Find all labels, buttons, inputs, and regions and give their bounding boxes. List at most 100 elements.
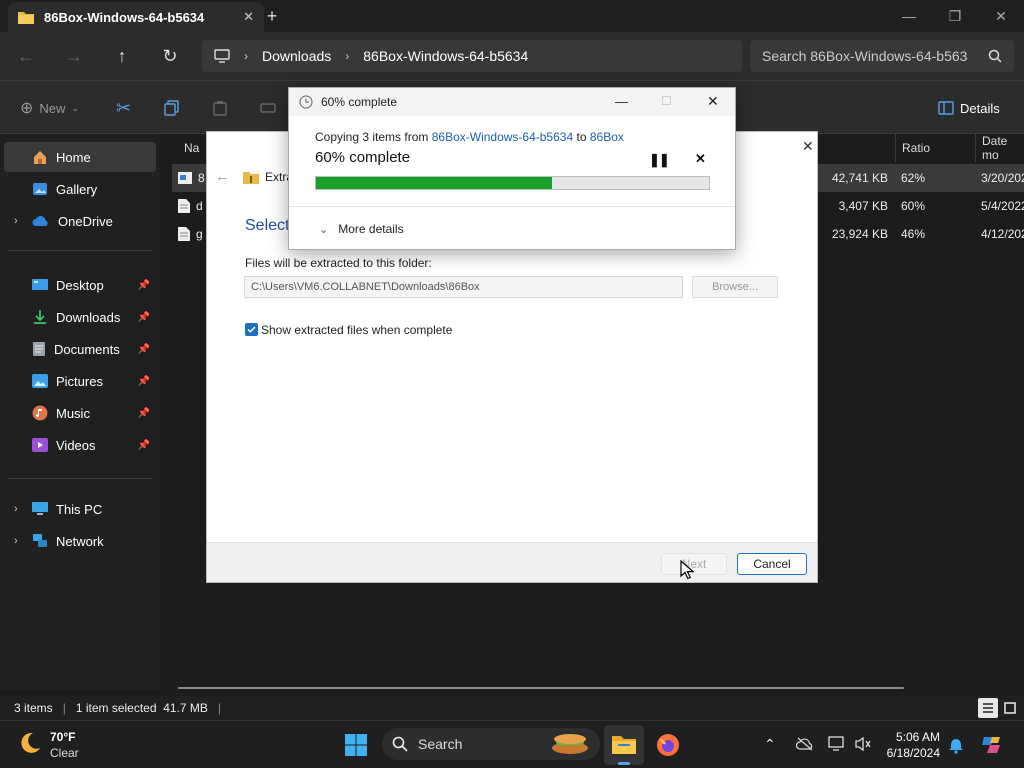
browse-button[interactable]: Browse... — [692, 276, 778, 298]
checkmark-icon — [247, 325, 256, 334]
sidebar-item-videos[interactable]: Videos 📌 — [4, 430, 156, 460]
column-header-ratio[interactable]: Ratio — [895, 134, 975, 162]
onedrive-offline-icon[interactable] — [796, 737, 814, 751]
bell-icon[interactable] — [948, 736, 964, 754]
sidebar-item-home[interactable]: Home — [4, 142, 156, 172]
file-explorer-taskbar-button[interactable] — [604, 725, 644, 765]
column-header-name[interactable]: Na — [178, 134, 208, 162]
close-window-button[interactable]: ✕ — [978, 0, 1024, 32]
search-icon — [392, 736, 408, 752]
explorer-tab[interactable]: 86Box-Windows-64-b5634 ✕ — [8, 2, 264, 32]
file-size: 42,741 KB — [831, 171, 888, 185]
clock-icon — [299, 95, 313, 109]
tiles-view-button[interactable] — [1000, 698, 1020, 718]
wizard-back-button[interactable]: ← — [215, 168, 230, 185]
sidebar-item-onedrive[interactable]: › OneDrive — [4, 206, 156, 236]
breadcrumb-current[interactable]: 86Box-Windows-64-b5634 — [363, 48, 528, 64]
chevron-down-icon: ⌄ — [71, 102, 79, 113]
chevron-right-icon[interactable]: › — [14, 215, 18, 227]
display-icon[interactable] — [828, 736, 846, 752]
progress-close-button[interactable]: ✕ — [707, 93, 719, 110]
plus-circle-icon: ⊕ — [20, 100, 34, 117]
progress-minimize-button[interactable]: — — [615, 94, 628, 109]
firefox-icon[interactable] — [656, 733, 680, 757]
volume-muted-icon[interactable] — [854, 736, 872, 752]
wizard-heading: Select — [245, 217, 290, 234]
up-button[interactable]: ↑ — [106, 40, 138, 72]
monitor-icon — [214, 49, 230, 63]
file-name-cell: d — [178, 192, 203, 220]
rename-icon[interactable] — [260, 95, 276, 121]
new-button[interactable]: ⊕ New ⌄ — [20, 95, 79, 121]
start-button[interactable] — [344, 733, 368, 757]
progress-maximize-button[interactable]: ☐ — [661, 94, 672, 108]
file-ratio: 62% — [901, 171, 926, 185]
copilot-icon[interactable] — [980, 733, 1004, 757]
details-view-button[interactable] — [978, 698, 998, 718]
close-tab-icon[interactable]: ✕ — [243, 9, 254, 25]
text-file-icon — [178, 199, 190, 213]
app-file-icon — [178, 171, 192, 185]
chevron-right-icon[interactable]: › — [14, 535, 18, 547]
item-count: 3 items — [14, 701, 53, 715]
horizontal-scrollbar[interactable] — [178, 687, 904, 689]
divider — [8, 250, 152, 251]
address-field[interactable]: › Downloads › 86Box-Windows-64-b5634 — [202, 40, 742, 72]
sidebar-item-network[interactable]: › Network — [4, 526, 156, 556]
divider — [289, 206, 735, 207]
pictures-icon — [32, 374, 48, 388]
tab-title: 86Box-Windows-64-b5634 — [44, 9, 205, 25]
new-tab-button[interactable]: + — [262, 6, 282, 26]
home-icon — [32, 149, 48, 165]
more-details-toggle[interactable]: ⌄ More details — [319, 222, 404, 236]
chevron-right-icon[interactable]: › — [14, 503, 18, 515]
source-link[interactable]: 86Box-Windows-64-b5634 — [432, 130, 573, 144]
sidebar-item-this-pc[interactable]: › This PC — [4, 494, 156, 524]
weather-desc[interactable]: Clear — [50, 746, 79, 760]
sidebar-item-gallery[interactable]: Gallery — [4, 174, 156, 204]
destination-path-field[interactable]: C:\Users\VM6.COLLABNET\Downloads\86Box — [244, 276, 683, 298]
copy-progress-dialog: 60% complete — ☐ ✕ Copying 3 items from … — [288, 87, 736, 250]
sidebar-item-music[interactable]: Music 📌 — [4, 398, 156, 428]
paste-icon[interactable] — [212, 95, 228, 121]
destination-link[interactable]: 86Box — [590, 130, 624, 144]
pc-icon — [32, 502, 48, 516]
clock-date[interactable]: 6/18/2024 — [880, 746, 940, 760]
show-files-label[interactable]: Show extracted files when complete — [261, 323, 452, 337]
sidebar-item-desktop[interactable]: Desktop 📌 — [4, 270, 156, 300]
forward-button[interactable]: → — [58, 40, 90, 72]
pin-icon: 📌 — [137, 375, 150, 387]
folder-label: Files will be extracted to this folder: — [245, 256, 432, 270]
cancel-button[interactable]: Cancel — [737, 553, 807, 575]
cut-icon[interactable]: ✂ — [116, 95, 131, 121]
sidebar-item-downloads[interactable]: Downloads 📌 — [4, 302, 156, 332]
file-size: 23,924 KB — [831, 227, 888, 241]
back-button[interactable]: ← — [10, 40, 42, 72]
copy-icon[interactable] — [164, 95, 180, 121]
pause-button[interactable]: ❚❚ — [649, 152, 670, 168]
file-date: 5/4/2022 — [981, 199, 1024, 213]
chevron-up-icon[interactable]: ⌃ — [764, 736, 776, 753]
breadcrumb-downloads[interactable]: Downloads — [262, 48, 331, 64]
wizard-close-button[interactable]: ✕ — [802, 138, 814, 155]
sidebar-item-pictures[interactable]: Pictures 📌 — [4, 366, 156, 396]
cancel-copy-button[interactable]: ✕ — [695, 151, 706, 167]
next-button[interactable]: Next — [661, 553, 727, 575]
file-date: 3/20/202 — [981, 171, 1024, 185]
show-files-checkbox[interactable] — [245, 323, 258, 336]
file-ratio: 60% — [901, 199, 926, 213]
progress-bar — [315, 176, 710, 190]
minimize-button[interactable]: — — [886, 0, 932, 32]
chevron-right-icon: › — [244, 49, 248, 63]
maximize-button[interactable]: ❐ — [932, 0, 978, 32]
weather-temp[interactable]: 70°F — [50, 730, 75, 744]
details-button[interactable]: Details — [938, 95, 1000, 121]
windows-logo-icon — [344, 733, 368, 757]
clock-time[interactable]: 5:06 AM — [884, 730, 940, 744]
search-input[interactable]: Search 86Box-Windows-64-b5634 — [750, 40, 1014, 72]
sidebar-item-documents[interactable]: Documents 📌 — [4, 334, 156, 364]
file-size: 3,407 KB — [838, 199, 888, 213]
taskbar-search-box[interactable]: Search — [382, 728, 600, 760]
refresh-button[interactable]: ↻ — [154, 40, 186, 72]
column-header-date[interactable]: Date mo — [975, 134, 1024, 162]
